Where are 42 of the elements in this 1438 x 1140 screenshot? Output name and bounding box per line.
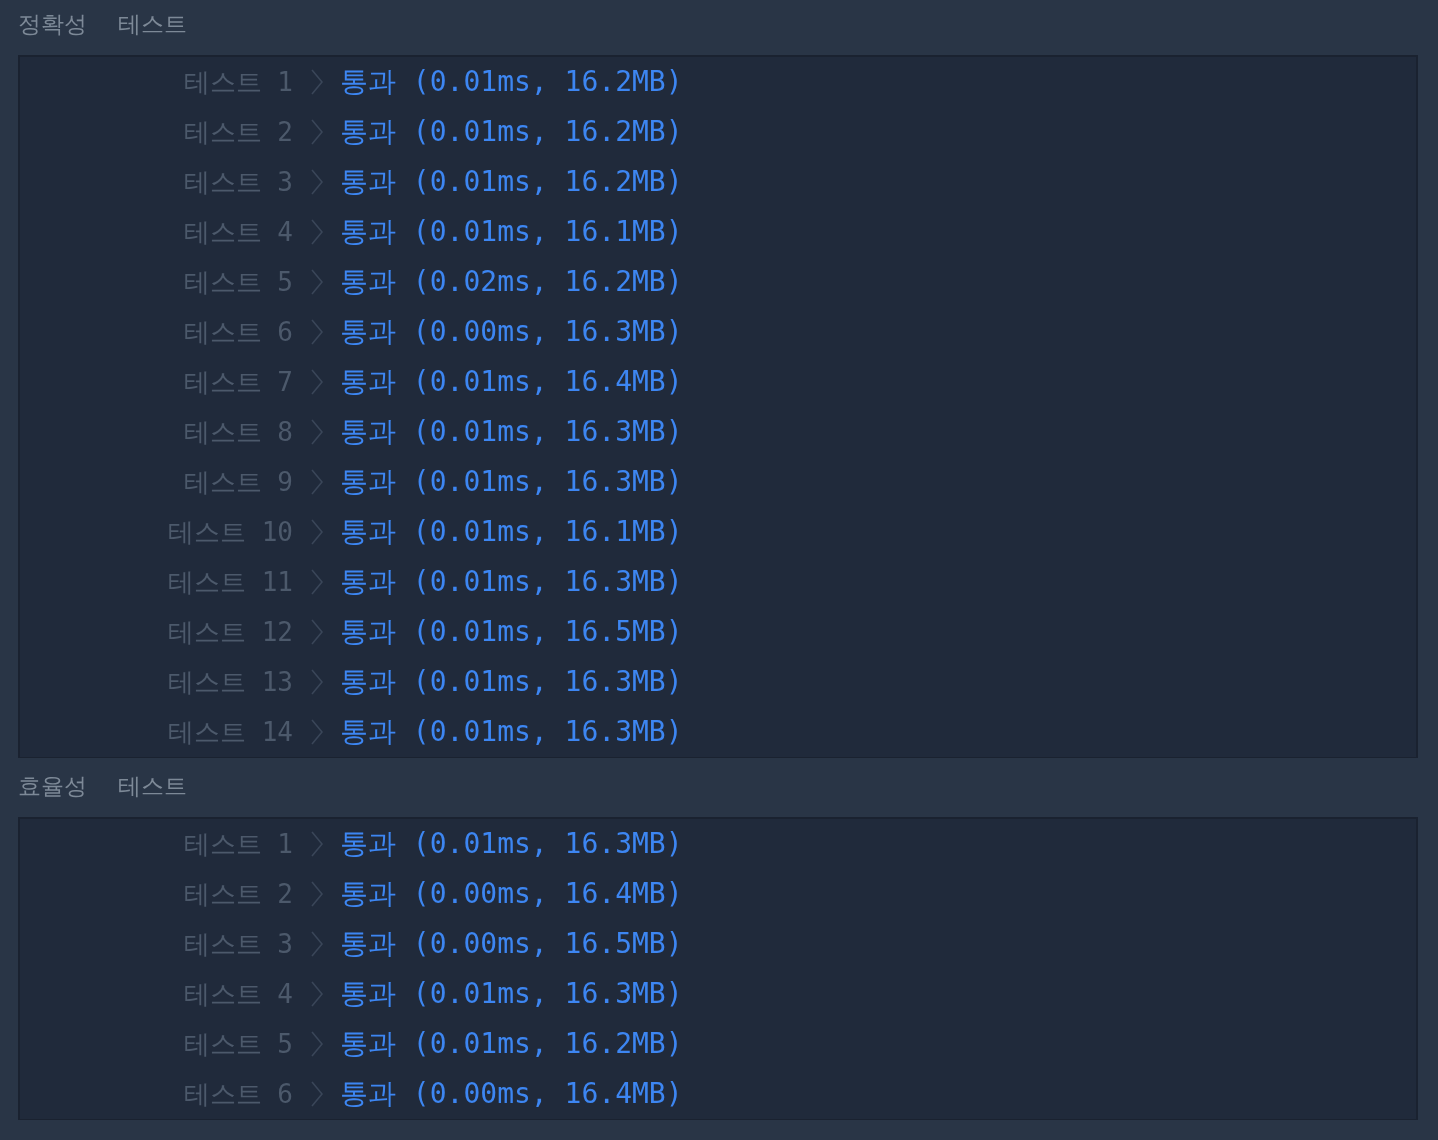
test-result: 통과 (0.01ms, 16.3MB) [340,664,683,700]
test-result: 통과 (0.01ms, 16.1MB) [340,514,683,550]
test-result: 통과 (0.01ms, 16.2MB) [340,1026,683,1062]
test-result: 통과 (0.00ms, 16.5MB) [340,926,683,962]
chevron-icon [311,981,323,1007]
chevron-icon [311,719,323,745]
chevron-icon [311,269,323,295]
chevron-icon [311,469,323,495]
chevron-icon [311,69,323,95]
chevron-icon [311,569,323,595]
test-result: 통과 (0.01ms, 16.3MB) [340,826,683,862]
section-heading: 효율성 테스트 [18,772,188,801]
chevron-icon [311,831,323,857]
chevron-icon [311,619,323,645]
chevron-icon [311,881,323,907]
test-result: 통과 (0.00ms, 16.4MB) [340,1076,683,1112]
test-result: 통과 (0.02ms, 16.2MB) [340,264,683,300]
test-result: 통과 (0.01ms, 16.3MB) [340,564,683,600]
chevron-icon [311,1081,323,1107]
chevron-icon [311,931,323,957]
test-result: 통과 (0.01ms, 16.2MB) [340,114,683,150]
chevron-icon [311,119,323,145]
chevron-icon [311,519,323,545]
test-result: 통과 (0.00ms, 16.4MB) [340,876,683,912]
test-result: 통과 (0.01ms, 16.4MB) [340,364,683,400]
chevron-icon [311,419,323,445]
chevron-icon [311,369,323,395]
chevron-icon [311,1031,323,1057]
chevron-icon [311,169,323,195]
test-result: 통과 (0.00ms, 16.3MB) [340,314,683,350]
section-heading: 정확성 테스트 [18,10,188,39]
chevron-icon [311,319,323,345]
test-result: 통과 (0.01ms, 16.3MB) [340,976,683,1012]
test-result: 통과 (0.01ms, 16.3MB) [340,414,683,450]
test-result: 통과 (0.01ms, 16.3MB) [340,714,683,750]
test-result: 통과 (0.01ms, 16.2MB) [340,64,683,100]
test-result: 통과 (0.01ms, 16.3MB) [340,464,683,500]
chevron-icon [311,219,323,245]
test-result: 통과 (0.01ms, 16.2MB) [340,164,683,200]
test-result: 통과 (0.01ms, 16.5MB) [340,614,683,650]
chevron-icon [311,669,323,695]
test-result: 통과 (0.01ms, 16.1MB) [340,214,683,250]
